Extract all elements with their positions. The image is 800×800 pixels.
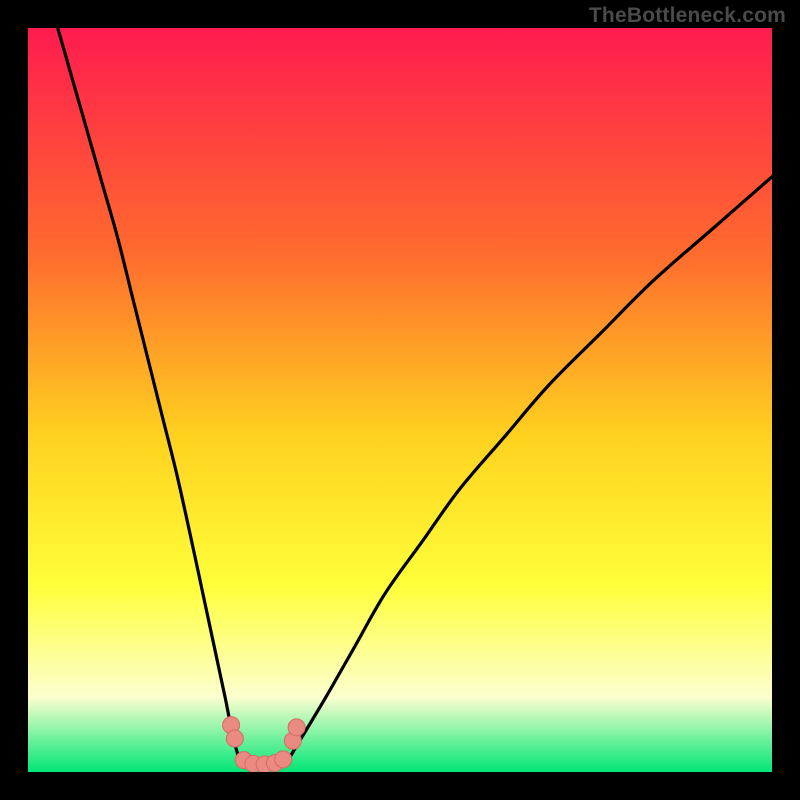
data-marker (275, 751, 292, 768)
plot-area (28, 28, 772, 772)
watermark-text: TheBottleneck.com (589, 4, 786, 28)
trough-markers (223, 717, 305, 772)
bottleneck-curve (58, 28, 772, 769)
chart-frame: TheBottleneck.com (0, 0, 800, 800)
data-marker (226, 730, 243, 747)
data-marker (288, 719, 305, 736)
curve-layer (28, 28, 772, 772)
